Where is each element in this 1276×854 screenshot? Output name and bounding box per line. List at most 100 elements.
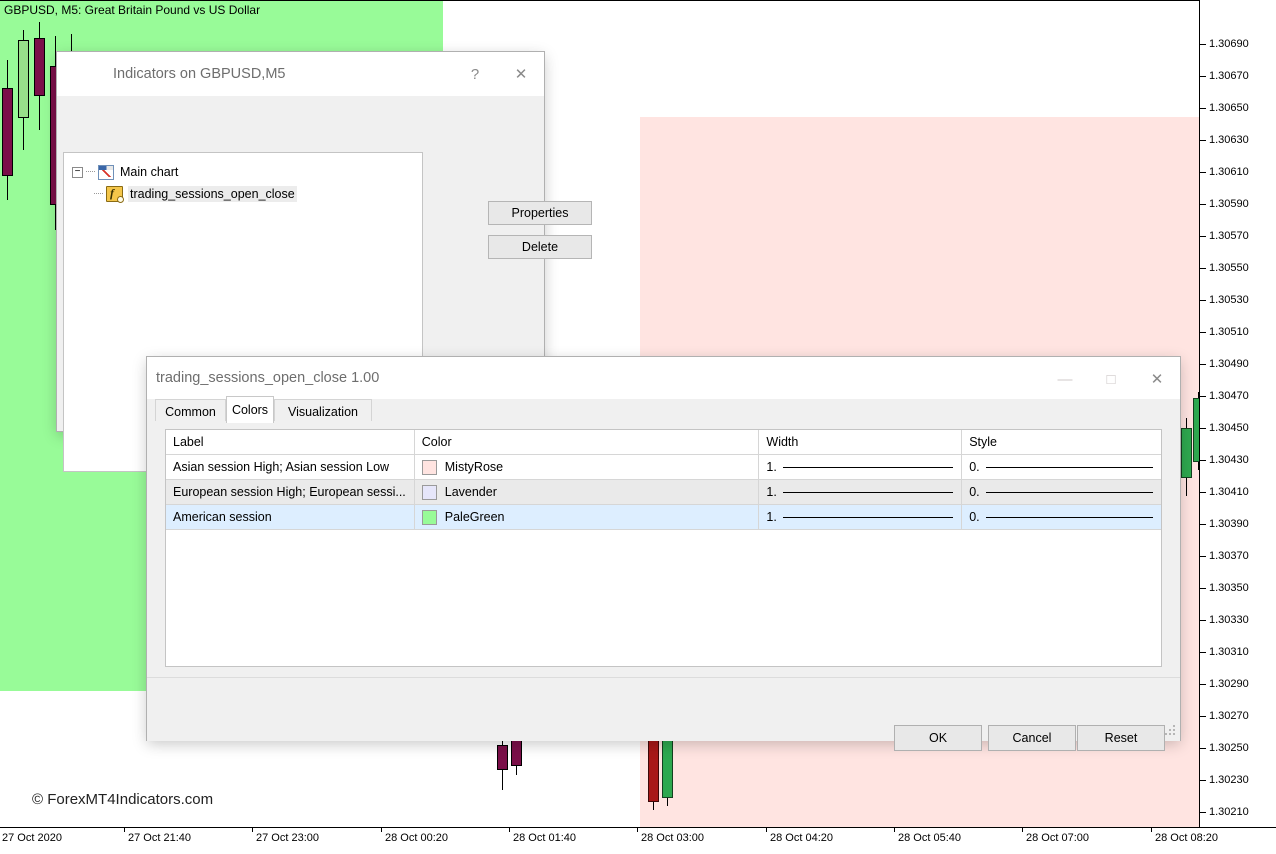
color-name: Lavender: [444, 485, 497, 499]
price-tick-label: 1.30330: [1200, 613, 1249, 627]
time-tick-mark: [124, 827, 125, 832]
cell-color[interactable]: MistyRose: [415, 455, 760, 479]
time-tick-mark: [637, 827, 638, 832]
reset-button[interactable]: Reset: [1077, 725, 1165, 751]
price-tick-label: 1.30390: [1200, 517, 1249, 531]
time-tick-label: 28 Oct 00:20: [385, 832, 448, 844]
price-tick-label: 1.30450: [1200, 421, 1249, 435]
style-value: 0.: [969, 510, 980, 524]
delete-button[interactable]: Delete: [488, 235, 592, 259]
tree-row[interactable]: − Main chart: [72, 161, 422, 183]
price-tick-label: 1.30350: [1200, 581, 1249, 595]
cell-color[interactable]: PaleGreen: [415, 505, 760, 529]
time-tick-label: 28 Oct 08:20: [1155, 832, 1218, 844]
chart-top-border: [0, 0, 1200, 1]
price-tick-label: 1.30310: [1200, 645, 1249, 659]
line-width-preview: [782, 466, 954, 468]
tab-common[interactable]: Common: [155, 399, 226, 423]
price-tick-label: 1.30530: [1200, 293, 1249, 307]
tree-item-label-main-chart: Main chart: [120, 165, 179, 179]
close-icon[interactable]: ✕: [1134, 357, 1180, 401]
properties-button[interactable]: Properties: [488, 201, 592, 225]
time-tick-label: 27 Oct 23:00: [256, 832, 319, 844]
indicator-properties-dialog[interactable]: trading_sessions_open_close 1.00 — □ ✕ C…: [147, 357, 1180, 751]
candlestick: [18, 30, 29, 150]
price-tick-label: 1.30630: [1200, 133, 1249, 147]
line-style-preview: [985, 491, 1153, 493]
price-tick-label: 1.30410: [1200, 485, 1249, 499]
indicators-dialog-titlebar[interactable]: f Indicators on GBPUSD,M5 ? ✕: [57, 52, 544, 134]
cell-width[interactable]: 1.: [759, 480, 963, 504]
cell-label: American session: [166, 505, 415, 529]
indicators-window-controls[interactable]: ? ✕: [452, 52, 544, 96]
collapse-icon[interactable]: −: [72, 166, 83, 178]
price-tick-label: 1.30490: [1200, 357, 1249, 371]
time-scale-axis[interactable]: 27 Oct 2020 27 Oct 21:40 27 Oct 23:00 28 Oc…: [0, 827, 1276, 854]
cell-style[interactable]: 0.: [962, 455, 1161, 479]
tree-connector: [94, 193, 103, 195]
table-row[interactable]: European session High; European sessi...…: [166, 480, 1161, 505]
time-tick-label: 27 Oct 21:40: [128, 832, 191, 844]
candlestick: [2, 60, 13, 200]
width-value: 1.: [766, 510, 777, 524]
candle-body: [2, 88, 13, 176]
table-header-row: Label Color Width Style: [166, 430, 1161, 455]
cell-label: European session High; European sessi...: [166, 480, 415, 504]
table-row[interactable]: American session PaleGreen 1. 0.: [166, 505, 1161, 530]
candle-body: [34, 38, 45, 96]
candlestick: [648, 732, 659, 810]
style-value: 0.: [969, 485, 980, 499]
time-tick-label: 28 Oct 04:20: [770, 832, 833, 844]
line-width-preview: [782, 516, 954, 518]
properties-tabstrip[interactable]: Common Colors Visualization: [147, 396, 1180, 423]
indicators-dialog-title: Indicators on GBPUSD,M5: [113, 66, 286, 82]
price-tick-label: 1.30430: [1200, 453, 1249, 467]
resize-grip[interactable]: [1164, 725, 1176, 737]
tree-item-label-indicator[interactable]: trading_sessions_open_close: [128, 186, 297, 202]
tree-connector: [86, 171, 95, 173]
maximize-icon[interactable]: □: [1088, 357, 1134, 401]
minimize-icon[interactable]: —: [1042, 357, 1088, 401]
properties-window-controls[interactable]: — □ ✕: [1042, 357, 1180, 401]
line-width-preview: [782, 491, 954, 493]
candle-body: [1181, 428, 1192, 478]
price-tick-label: 1.30270: [1200, 709, 1249, 723]
width-value: 1.: [766, 485, 777, 499]
properties-dialog-title: trading_sessions_open_close 1.00: [156, 370, 380, 386]
cell-style[interactable]: 0.: [962, 480, 1161, 504]
tab-colors[interactable]: Colors: [226, 396, 274, 423]
time-tick-mark: [252, 827, 253, 832]
time-tick-label: 28 Oct 01:40: [513, 832, 576, 844]
tree-row[interactable]: f trading_sessions_open_close: [94, 183, 422, 205]
color-settings-table[interactable]: Label Color Width Style Asian session Hi…: [165, 429, 1162, 667]
time-tick-mark: [509, 827, 510, 832]
price-tick-label: 1.30470: [1200, 389, 1249, 403]
cell-width[interactable]: 1.: [759, 455, 963, 479]
properties-dialog-titlebar[interactable]: trading_sessions_open_close 1.00 — □ ✕: [147, 357, 1180, 400]
cell-width[interactable]: 1.: [759, 505, 963, 529]
cell-color[interactable]: Lavender: [415, 480, 760, 504]
close-icon[interactable]: ✕: [498, 52, 544, 96]
properties-dialog-footer: OK Cancel Reset: [147, 677, 1180, 751]
tab-visualization[interactable]: Visualization: [274, 399, 372, 423]
time-tick-label: 28 Oct 03:00: [641, 832, 704, 844]
price-tick-label: 1.30250: [1200, 741, 1249, 755]
price-tick-label: 1.30230: [1200, 773, 1249, 787]
mt4-application-window: GBPUSD, M5: Great Britain Pound vs US Do…: [0, 0, 1276, 854]
column-header-label: Label: [166, 430, 415, 454]
main-chart-icon: [98, 164, 114, 180]
table-row[interactable]: Asian session High; Asian session Low Mis…: [166, 455, 1161, 480]
price-scale-axis[interactable]: 1.30690 1.30670 1.30650 1.30630 1.30610 1.305…: [1199, 0, 1276, 828]
line-style-preview: [985, 466, 1153, 468]
candle-body: [662, 734, 673, 798]
cancel-button[interactable]: Cancel: [988, 725, 1076, 751]
ok-button[interactable]: OK: [894, 725, 982, 751]
help-icon[interactable]: ?: [452, 52, 498, 96]
price-tick-label: 1.30690: [1200, 37, 1249, 51]
price-tick-label: 1.30290: [1200, 677, 1249, 691]
color-name: PaleGreen: [444, 510, 505, 524]
color-name: MistyRose: [444, 460, 504, 474]
style-value: 0.: [969, 460, 980, 474]
price-tick-label: 1.30650: [1200, 101, 1249, 115]
cell-style[interactable]: 0.: [962, 505, 1161, 529]
